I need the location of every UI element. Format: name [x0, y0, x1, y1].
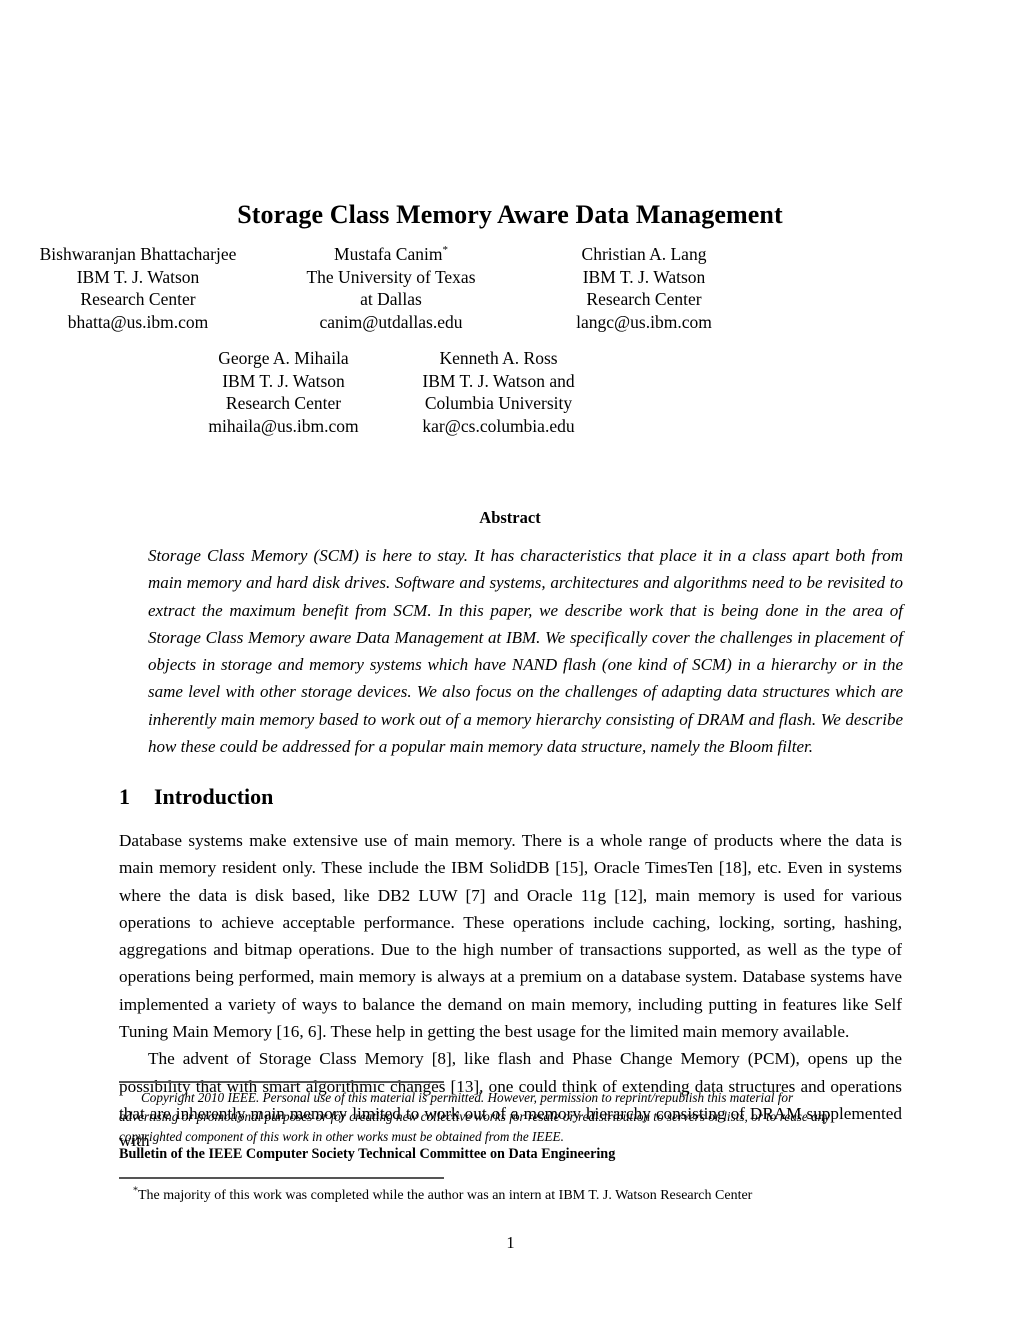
author-name-text: Christian A. Lang — [581, 244, 707, 264]
star-footnote-divider — [119, 1177, 444, 1179]
author-affiliation-line-2: Research Center — [80, 289, 196, 310]
author-name: Kenneth A. Ross — [439, 348, 558, 368]
author-row-primary: Bishwaranjan Bhattacharjee IBM T. J. Wat… — [0, 243, 782, 334]
author-name: Bishwaranjan Bhattacharjee — [12, 243, 265, 266]
bulletin-title: Bulletin of the IEEE Computer Society Te… — [119, 1146, 616, 1162]
author-affiliation-line-2: at Dallas — [360, 289, 422, 310]
section-heading-introduction: 1 Introduction — [119, 784, 273, 810]
author-row-secondary: George A. Mihaila IBM T. J. Watson Resea… — [0, 347, 782, 438]
author-affiliation-line-1: IBM T. J. Watson — [582, 266, 706, 287]
author-affiliation-line-1: The University of Texas — [306, 266, 476, 287]
author-email: canim@utdallas.edu — [319, 312, 463, 333]
author-entry: Christian A. Lang IBM T. J. Watson Resea… — [518, 243, 771, 334]
copyright-line: advertising or promotional purposes or f… — [119, 1109, 831, 1125]
author-entry: Mustafa Canim* The University of Texas a… — [265, 243, 518, 334]
author-affiliation-line-1: IBM T. J. Watson — [76, 266, 200, 287]
copyright-notice: Copyright 2010 IEEE. Personal use of thi… — [119, 1088, 902, 1146]
copyright-line: Copyright 2010 IEEE. Personal use of thi… — [141, 1090, 794, 1105]
paragraph: Database systems make extensive use of m… — [119, 831, 902, 1042]
page-title: Storage Class Memory Aware Data Manageme… — [237, 200, 783, 230]
author-entry: George A. Mihaila IBM T. J. Watson Resea… — [176, 347, 391, 438]
author-entry: Kenneth A. Ross IBM T. J. Watson and Col… — [391, 347, 606, 438]
copyright-line: copyrighted component of this work in ot… — [119, 1128, 564, 1144]
author-name: George A. Mihaila — [218, 348, 349, 368]
author-entry: Bishwaranjan Bhattacharjee IBM T. J. Wat… — [12, 243, 265, 334]
abstract-heading: Abstract — [479, 508, 541, 527]
author-affiliation-line-2: Research Center — [225, 393, 342, 414]
author-affiliation-line-1: IBM T. J. Watson — [222, 370, 345, 391]
author-affiliation-line-2: Research Center — [586, 289, 702, 310]
author-name-text: Mustafa Canim — [334, 244, 443, 264]
page-number: 1 — [506, 1233, 515, 1252]
author-email: bhatta@us.ibm.com — [67, 312, 209, 333]
author-name-text: Bishwaranjan Bhattacharjee — [39, 244, 237, 264]
star-footnote: *The majority of this work was completed… — [133, 1186, 916, 1205]
footnote-divider — [119, 1081, 444, 1083]
author-email: mihaila@us.ibm.com — [208, 416, 359, 437]
paper-page: Storage Class Memory Aware Data Manageme… — [0, 0, 1020, 1320]
author-affiliation-line-2: Columbia University — [424, 393, 573, 414]
star-footnote-text: The majority of this work was completed … — [138, 1188, 753, 1203]
section-title: Introduction — [154, 784, 274, 809]
author-name: Mustafa Canim* — [265, 243, 518, 266]
author-email: langc@us.ibm.com — [576, 312, 712, 333]
section-number: 1 — [119, 784, 130, 809]
author-name: Christian A. Lang — [518, 243, 771, 266]
author-email: kar@cs.columbia.edu — [422, 416, 575, 437]
author-affiliation-line-1: IBM T. J. Watson and — [422, 370, 575, 391]
footnote-marker-icon: * — [442, 244, 448, 257]
abstract-text: Storage Class Memory (SCM) is here to st… — [148, 546, 903, 757]
